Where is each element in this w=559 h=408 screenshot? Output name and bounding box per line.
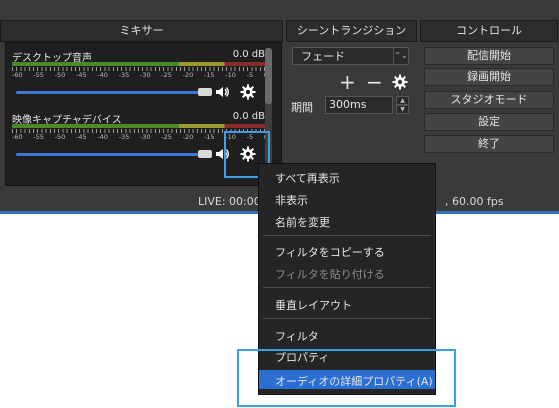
menu-separator [263, 318, 431, 319]
gear-icon[interactable] [240, 84, 256, 100]
menu-separator [263, 235, 431, 236]
add-transition-button[interactable]: + [339, 72, 356, 92]
meter-scale: -60-55-50-45-40-35-30-25-20-15-10-50 [12, 71, 268, 79]
menu-item-copy-filters[interactable]: フィルタをコピーする [275, 244, 385, 260]
volume-slider-handle[interactable] [198, 150, 212, 158]
status-live: LIVE: 00:00 [198, 195, 261, 208]
menu-item-vertical-layout[interactable]: 垂直レイアウト [275, 297, 352, 313]
scrollbar-thumb[interactable] [265, 48, 272, 104]
menu-item-paste-filters: フィルタを貼り付ける [275, 268, 385, 281]
transition-select-value: フェード [301, 50, 345, 63]
transition-header: シーントランジション [286, 20, 417, 42]
menu-item-filters[interactable]: フィルタ [275, 328, 319, 344]
menu-item-show-all[interactable]: すべて再表示 [275, 170, 340, 186]
menu-highlight-outline [237, 349, 456, 407]
menu-item-rename[interactable]: 名前を変更 [275, 214, 330, 230]
studio-mode-button[interactable]: スタジオモード [424, 91, 554, 109]
volume-slider[interactable] [16, 153, 211, 156]
control-header: コントロール [420, 20, 558, 42]
exit-button[interactable]: 終了 [424, 135, 554, 153]
track-db-desktop-audio: 0.0 dB [232, 49, 265, 60]
volume-slider-handle[interactable] [198, 88, 212, 96]
chevron-updown-icon: ⌃⌄ [393, 48, 408, 64]
duration-input[interactable]: 300ms [325, 96, 393, 114]
mixer-header: ミキサー [0, 20, 283, 42]
volume-slider[interactable] [16, 91, 211, 94]
status-fps: , 60.00 fps [445, 195, 504, 208]
settings-button[interactable]: 設定 [424, 113, 554, 131]
volume-meter [12, 62, 265, 66]
gear-icon[interactable] [392, 74, 408, 90]
menu-separator [263, 287, 431, 288]
speaker-icon[interactable] [215, 85, 229, 99]
start-recording-button[interactable]: 録画開始 [424, 68, 554, 86]
start-streaming-button[interactable]: 配信開始 [424, 47, 554, 65]
volume-meter [12, 124, 265, 128]
spin-up-button[interactable]: ▲ [396, 96, 409, 105]
transition-select[interactable]: フェード ⌃⌄ [292, 47, 409, 65]
spin-down-button[interactable]: ▼ [396, 105, 409, 114]
track-db-video-capture: 0.0 dB [232, 111, 265, 122]
remove-transition-button[interactable]: − [366, 72, 383, 92]
duration-label: 期間 [291, 101, 313, 114]
menu-item-hide[interactable]: 非表示 [275, 192, 308, 208]
